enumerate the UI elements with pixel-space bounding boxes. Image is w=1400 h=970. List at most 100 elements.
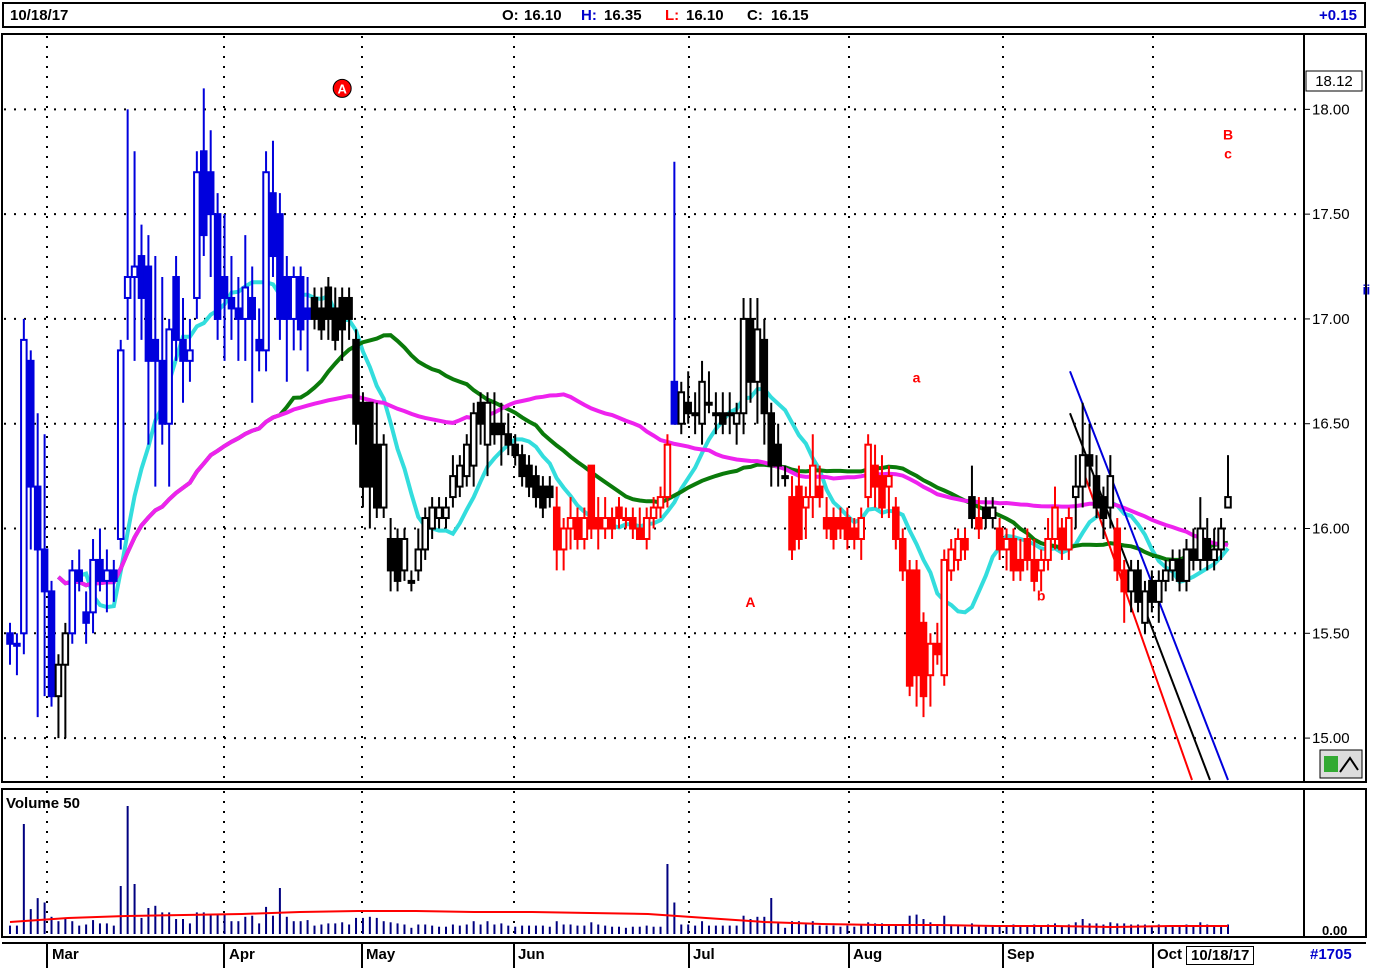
candle-body [497,422,506,436]
candle-body [836,517,845,530]
candle-body [732,412,741,425]
volume-value-tag: 0.00 [1322,923,1347,938]
candle-body [1224,496,1232,509]
candle-body [559,527,568,551]
candle-body [82,611,90,624]
candle-body [373,443,381,509]
candle-body [566,517,575,530]
y-tick-label: 16.00 [1312,521,1350,538]
candle-body [206,171,215,216]
candle-body [172,276,180,341]
candle-body [767,412,776,467]
month-jun: Jun [518,946,545,963]
candle-body [227,296,236,310]
candle [940,549,949,686]
candle-body [615,506,623,520]
candle-body [926,642,935,677]
candle-body [462,443,471,478]
candle [864,434,872,508]
candle-body [677,391,686,425]
candle-body [1141,590,1149,624]
candle-body [518,454,526,478]
candle-body [1210,548,1218,561]
candle-body [269,192,277,258]
candle-body [642,517,651,540]
candle-body [1051,506,1059,540]
candle-body [469,412,478,467]
candle-body [705,401,713,406]
price-tag: 18.12 [1315,73,1353,90]
candle-body [725,412,734,417]
wave-label: B [1223,127,1233,143]
candle-body [947,548,955,572]
candle-body [788,496,796,551]
candle-body [96,558,104,582]
wave-label: A [745,594,755,610]
candle [47,580,56,707]
candle-body [324,286,333,320]
candle-body [843,517,852,540]
candle-body [1002,537,1011,551]
candle-body [905,569,914,687]
candle-body [1044,537,1052,561]
candle [587,464,596,539]
candle-body [829,517,838,540]
candle-body [352,338,360,425]
candle-body [982,506,990,520]
candle-body [1127,569,1135,593]
y-tick-label: 16.50 [1312,416,1350,433]
candle-body [995,527,1004,551]
month-aug: Aug [853,946,883,963]
y-tick-label: 17.00 [1312,311,1350,328]
candle-body [303,307,312,320]
candle-body [919,621,928,698]
candle-body [248,296,256,320]
candle-body [379,443,388,509]
candle-body [1196,527,1205,561]
candle-body [1113,527,1122,572]
candle-body [1155,579,1163,603]
candle-body [940,558,949,677]
candle-body [1071,485,1080,499]
candle-body [1085,454,1094,467]
candlestick-chart[interactable]: 18.00 17.50 17.00 16.50 16.00 15.50 15.00 A Aa b… [0,0,1400,970]
candle-body [912,569,921,677]
candle-body [1134,569,1142,603]
candle [739,297,748,435]
chart-tool-icon[interactable] [1319,749,1363,779]
candle-body [61,632,70,666]
candle-body [283,276,291,320]
candle-body [490,422,499,436]
candle-body [6,632,14,645]
candle-body [802,496,810,509]
candle-body [1120,569,1128,593]
candle-body [428,506,436,530]
candle-body [47,590,56,698]
candle-body [795,485,803,540]
candle-body [933,642,942,656]
candle-body [1106,475,1115,509]
candle-body [393,537,402,582]
candle-body [1092,475,1101,509]
candle-body [663,443,672,499]
wave-label: c [1224,145,1232,161]
candle-body [262,171,270,352]
candle-body [698,380,706,425]
candle-body [552,506,561,551]
candle-body [525,464,533,488]
candle-body [483,401,492,446]
candle-body [386,537,395,572]
candle-body [151,338,160,362]
candle-body [1182,548,1191,582]
candle-body [407,579,416,584]
candle-body [864,443,872,499]
candle-body [366,401,374,488]
candle-body [608,517,616,530]
y-tick-label: 15.00 [1312,730,1350,747]
candle-body [110,569,118,582]
candle-body [691,412,699,417]
candle-body [546,485,554,499]
candle-body [200,150,208,237]
candle-body [179,338,187,362]
candle-body [760,338,769,415]
